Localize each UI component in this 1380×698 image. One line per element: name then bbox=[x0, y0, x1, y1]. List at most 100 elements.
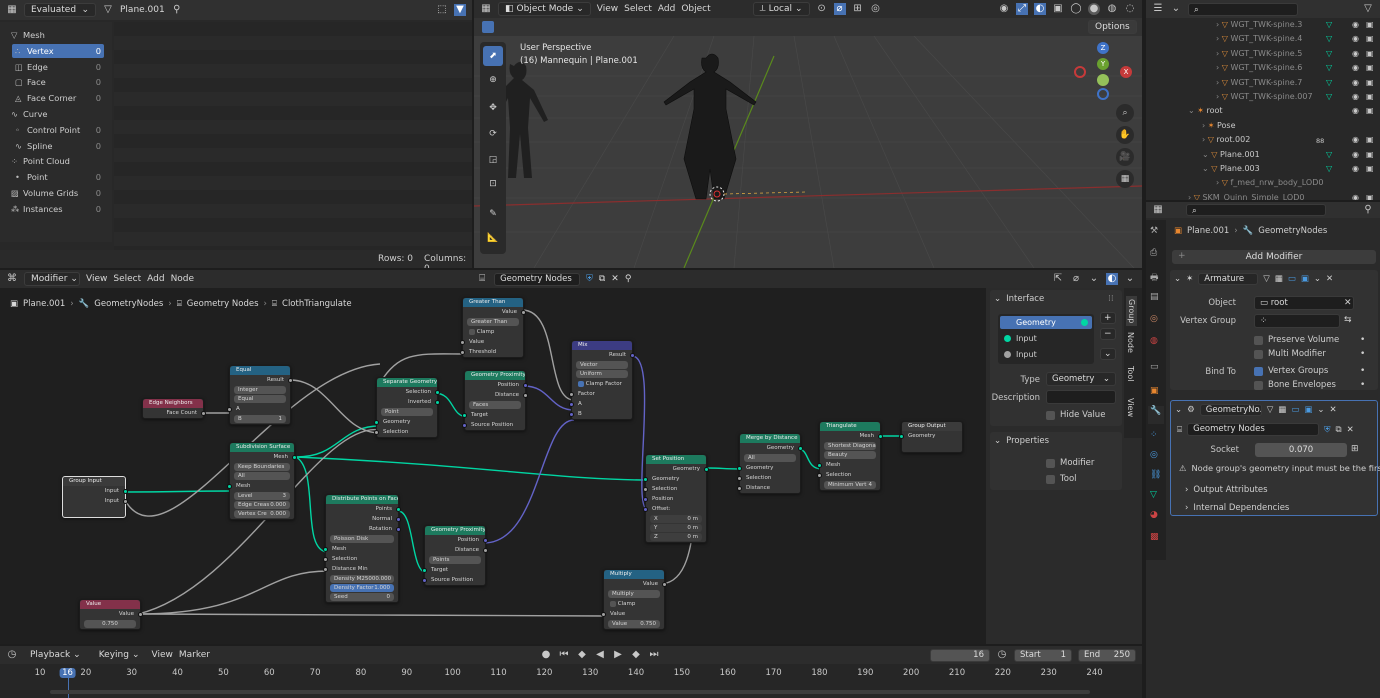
overlay-dropdown-icon[interactable]: ⌄ bbox=[1124, 273, 1136, 285]
socket[interactable] bbox=[435, 400, 440, 405]
socket[interactable] bbox=[523, 393, 528, 398]
gizmo-neg-z[interactable] bbox=[1097, 88, 1109, 100]
editor-type-icon[interactable]: ▦ bbox=[6, 4, 18, 16]
socket[interactable] bbox=[201, 411, 206, 416]
socket[interactable] bbox=[288, 378, 293, 383]
render-visibility-icon[interactable]: ▣ bbox=[1366, 92, 1374, 101]
gizmo-y-axis[interactable]: Y bbox=[1097, 58, 1109, 70]
socket[interactable] bbox=[643, 477, 648, 482]
render-visibility-icon[interactable]: ▣ bbox=[1366, 150, 1374, 159]
socket[interactable] bbox=[569, 402, 574, 407]
socket[interactable] bbox=[396, 517, 401, 522]
scale-tool-icon[interactable]: ◲ bbox=[483, 150, 503, 170]
remove-item-button[interactable]: − bbox=[1100, 328, 1116, 340]
add-item-button[interactable]: + bbox=[1100, 312, 1116, 324]
item-menu-button[interactable]: ⌄ bbox=[1100, 348, 1116, 360]
edit-mode-icon[interactable]: ▽ bbox=[1263, 274, 1270, 284]
node-triangulate[interactable]: Triangulate Mesh Shortest Diagonal Beaut… bbox=[817, 421, 883, 491]
select-box-icon[interactable] bbox=[482, 21, 494, 33]
preview-range-icon[interactable]: ◷ bbox=[996, 649, 1008, 661]
node-subdivision-surface[interactable]: Subdivision Surface Mesh Keep Boundaries… bbox=[227, 442, 297, 520]
render-toggle-icon[interactable]: ▣ bbox=[1304, 405, 1312, 415]
node-separate-geometry[interactable]: Separate Geometry Selection Inverted Poi… bbox=[374, 377, 440, 438]
socket[interactable] bbox=[396, 527, 401, 532]
collection-tab-icon[interactable]: ▭ bbox=[1150, 362, 1159, 372]
rotate-tool-icon[interactable]: ⟳ bbox=[483, 124, 503, 144]
category-face-corner[interactable]: ◬ Face Corner 0 bbox=[12, 91, 104, 105]
vertex-crease-field[interactable]: Vertex Cre 0.000 bbox=[234, 510, 290, 518]
clamp-checkbox[interactable] bbox=[610, 600, 616, 607]
node-equal[interactable]: Equal Result Integer Equal A B1 bbox=[227, 365, 293, 425]
offset-y-field[interactable]: Y 0 m bbox=[650, 524, 702, 532]
seed-field[interactable]: Seed 0 bbox=[330, 593, 394, 601]
menu-object[interactable]: Object bbox=[681, 4, 710, 14]
properties-search[interactable]: ⌕ bbox=[1186, 204, 1326, 216]
fake-user-icon[interactable]: ⛨ bbox=[1324, 425, 1330, 435]
socket[interactable] bbox=[798, 446, 803, 451]
socket[interactable] bbox=[462, 413, 467, 418]
dropdown-icon[interactable]: ⌄ bbox=[1317, 405, 1324, 415]
socket[interactable] bbox=[569, 412, 574, 417]
category-curve[interactable]: ∿ Curve bbox=[8, 107, 104, 121]
mode-dropdown[interactable]: All bbox=[744, 454, 796, 462]
tab-tool[interactable]: Tool bbox=[1126, 366, 1135, 382]
node-edge-neighbors[interactable]: Edge Neighbors Face Count bbox=[142, 398, 206, 419]
tab-node[interactable]: Node bbox=[1126, 332, 1135, 353]
measure-tool-icon[interactable]: 📐 bbox=[483, 228, 503, 248]
clamp-factor-checkbox[interactable] bbox=[578, 380, 584, 387]
data-tab-icon[interactable]: ▽ bbox=[1150, 490, 1157, 500]
hide-value-checkbox[interactable] bbox=[1046, 410, 1055, 420]
offset-x-field[interactable]: X 0 m bbox=[650, 515, 702, 523]
node-geometry-proximity[interactable]: Geometry Proximity Position Distance Fac… bbox=[462, 370, 528, 431]
outliner-item[interactable]: ⌄ ▽ Plane.003 bbox=[1202, 164, 1260, 173]
outliner-item[interactable]: › ▽ SKM_Quinn_Simple_LOD0 bbox=[1188, 193, 1304, 200]
selected-only-icon[interactable]: ⬚ bbox=[436, 4, 448, 16]
node-merge-by-distance[interactable]: Merge by Distance Geometry All Geometry … bbox=[737, 433, 803, 494]
playhead-line[interactable] bbox=[67, 678, 69, 698]
menu-marker[interactable]: Marker bbox=[179, 650, 210, 660]
preserve-volume-checkbox[interactable] bbox=[1254, 335, 1263, 345]
multi-modifier-row[interactable]: Multi Modifier bbox=[1254, 349, 1326, 359]
zoom-icon[interactable]: ⌕ bbox=[1116, 104, 1134, 122]
texture-tab-icon[interactable]: ▩ bbox=[1150, 532, 1159, 542]
cage-icon[interactable]: ▦ bbox=[1275, 274, 1283, 284]
level-field[interactable]: Level 3 bbox=[234, 492, 290, 500]
socket[interactable] bbox=[460, 350, 465, 355]
output-tab-icon[interactable]: 🖶 bbox=[1150, 270, 1159, 286]
uv-dropdown[interactable]: All bbox=[234, 472, 290, 480]
render-visibility-icon[interactable]: ▣ bbox=[1366, 78, 1374, 87]
nav-gizmo[interactable]: Z Y X bbox=[1072, 42, 1136, 106]
end-frame-field[interactable]: End 250 bbox=[1078, 648, 1136, 662]
visibility-icon[interactable]: ◉ bbox=[998, 3, 1010, 15]
mode-dropdown[interactable]: Uniform bbox=[576, 370, 628, 378]
socket[interactable] bbox=[643, 487, 648, 492]
vertex-groups-anim-icon[interactable]: • bbox=[1360, 366, 1365, 376]
socket[interactable] bbox=[323, 547, 328, 552]
mode-dropdown[interactable]: Faces bbox=[469, 401, 521, 409]
edge-crease-field[interactable]: Edge Creas 0.000 bbox=[234, 501, 290, 509]
socket[interactable] bbox=[396, 507, 401, 512]
ngon-method-dropdown[interactable]: Beauty bbox=[824, 451, 876, 459]
filter-icon[interactable]: ▼ bbox=[454, 4, 466, 16]
visibility-icon[interactable]: ◉ bbox=[1352, 135, 1359, 144]
socket[interactable] bbox=[643, 507, 648, 512]
armature-name-field[interactable]: Armature bbox=[1198, 273, 1259, 285]
multi-modifier-anim-icon[interactable]: • bbox=[1360, 349, 1365, 359]
offset-z-field[interactable]: Z 0 m bbox=[650, 533, 702, 541]
interface-header[interactable]: ⌄ Interface bbox=[994, 294, 1044, 304]
node-tree-field[interactable]: Geometry Nodes bbox=[1187, 423, 1320, 436]
category-vertex[interactable]: ∴ Vertex 0 bbox=[12, 43, 104, 58]
outliner-item[interactable]: › ▽ WGT_TWK-spine.5 bbox=[1216, 49, 1302, 58]
visibility-icon[interactable]: ◉ bbox=[1352, 164, 1359, 173]
render-visibility-icon[interactable]: ▣ bbox=[1366, 135, 1374, 144]
particles-tab-icon[interactable]: ⁘ bbox=[1150, 430, 1158, 440]
socket[interactable] bbox=[483, 548, 488, 553]
b-field[interactable]: B1 bbox=[234, 415, 286, 423]
type-dropdown[interactable]: Vector bbox=[576, 361, 628, 369]
node-group-output[interactable]: Group Output Geometry bbox=[899, 421, 963, 453]
cursor-tool-icon[interactable]: ⊕ bbox=[483, 70, 503, 90]
bone-envelopes-checkbox[interactable] bbox=[1254, 380, 1263, 390]
perspective-toggle-icon[interactable]: ▦ bbox=[1116, 170, 1134, 188]
socket[interactable] bbox=[643, 497, 648, 502]
node-geometry-proximity[interactable]: Geometry Proximity Position Distance Poi… bbox=[422, 525, 488, 586]
